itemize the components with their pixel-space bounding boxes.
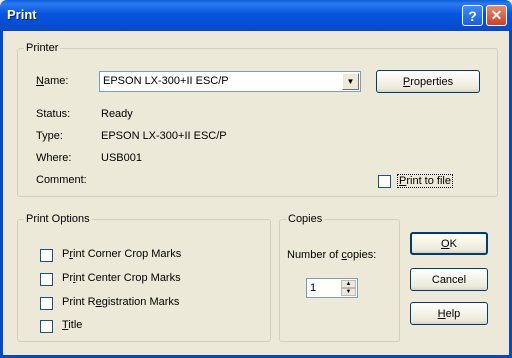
status-label: Status: (36, 108, 71, 120)
print-options-group-label: Print Options (26, 213, 90, 225)
spin-up-icon[interactable]: ▲ (341, 280, 356, 288)
registration-marks-checkbox[interactable] (40, 297, 53, 310)
copies-spinner[interactable]: 1 ▲ ▼ (306, 278, 358, 298)
printer-name-value: EPSON LX-300+II ESC/P (103, 75, 229, 87)
name-label: Name: (36, 75, 69, 87)
help-title-button[interactable]: ? (462, 5, 483, 26)
print-to-file-label[interactable]: Print to file (397, 174, 453, 188)
help-button-label: Help (437, 307, 461, 320)
cancel-button-label: Cancel (431, 273, 467, 286)
type-value: EPSON LX-300+II ESC/P (101, 130, 227, 142)
window-title: Print (7, 7, 37, 22)
title-bar[interactable]: Print ? ✕ (0, 0, 512, 31)
status-value: Ready (101, 108, 133, 120)
close-title-button[interactable]: ✕ (486, 5, 507, 26)
title-checkbox[interactable] (40, 320, 53, 333)
where-value: USB001 (101, 152, 142, 164)
print-to-file-checkbox[interactable] (378, 175, 391, 188)
properties-button[interactable]: Properties (376, 70, 480, 93)
ok-button[interactable]: OK (410, 232, 488, 255)
center-crop-marks-checkbox[interactable] (40, 273, 53, 286)
question-icon: ? (468, 7, 477, 24)
ok-button-label: OK (441, 237, 457, 250)
type-label: Type: (36, 130, 63, 142)
close-icon: ✕ (490, 7, 503, 23)
printer-group-label: Printer (26, 42, 59, 54)
where-label: Where: (36, 152, 72, 164)
spin-down-icon[interactable]: ▼ (341, 288, 356, 296)
corner-crop-marks-checkbox[interactable] (40, 249, 53, 262)
title-label[interactable]: Title (62, 319, 82, 331)
properties-button-label: Properties (402, 75, 454, 88)
registration-marks-label[interactable]: Print Registration Marks (62, 296, 179, 308)
comment-label: Comment: (36, 174, 87, 186)
center-crop-marks-label[interactable]: Print Center Crop Marks (62, 272, 181, 284)
cancel-button[interactable]: Cancel (410, 268, 488, 291)
chevron-down-icon[interactable]: ▼ (342, 73, 359, 90)
copies-group-label: Copies (288, 213, 323, 225)
copies-value: 1 (310, 282, 317, 294)
number-of-copies-label: Number of copies: (287, 249, 377, 261)
printer-name-select[interactable]: EPSON LX-300+II ESC/P ▼ (99, 71, 361, 92)
help-button[interactable]: Help (410, 302, 488, 325)
corner-crop-marks-label[interactable]: Print Corner Crop Marks (62, 248, 181, 260)
